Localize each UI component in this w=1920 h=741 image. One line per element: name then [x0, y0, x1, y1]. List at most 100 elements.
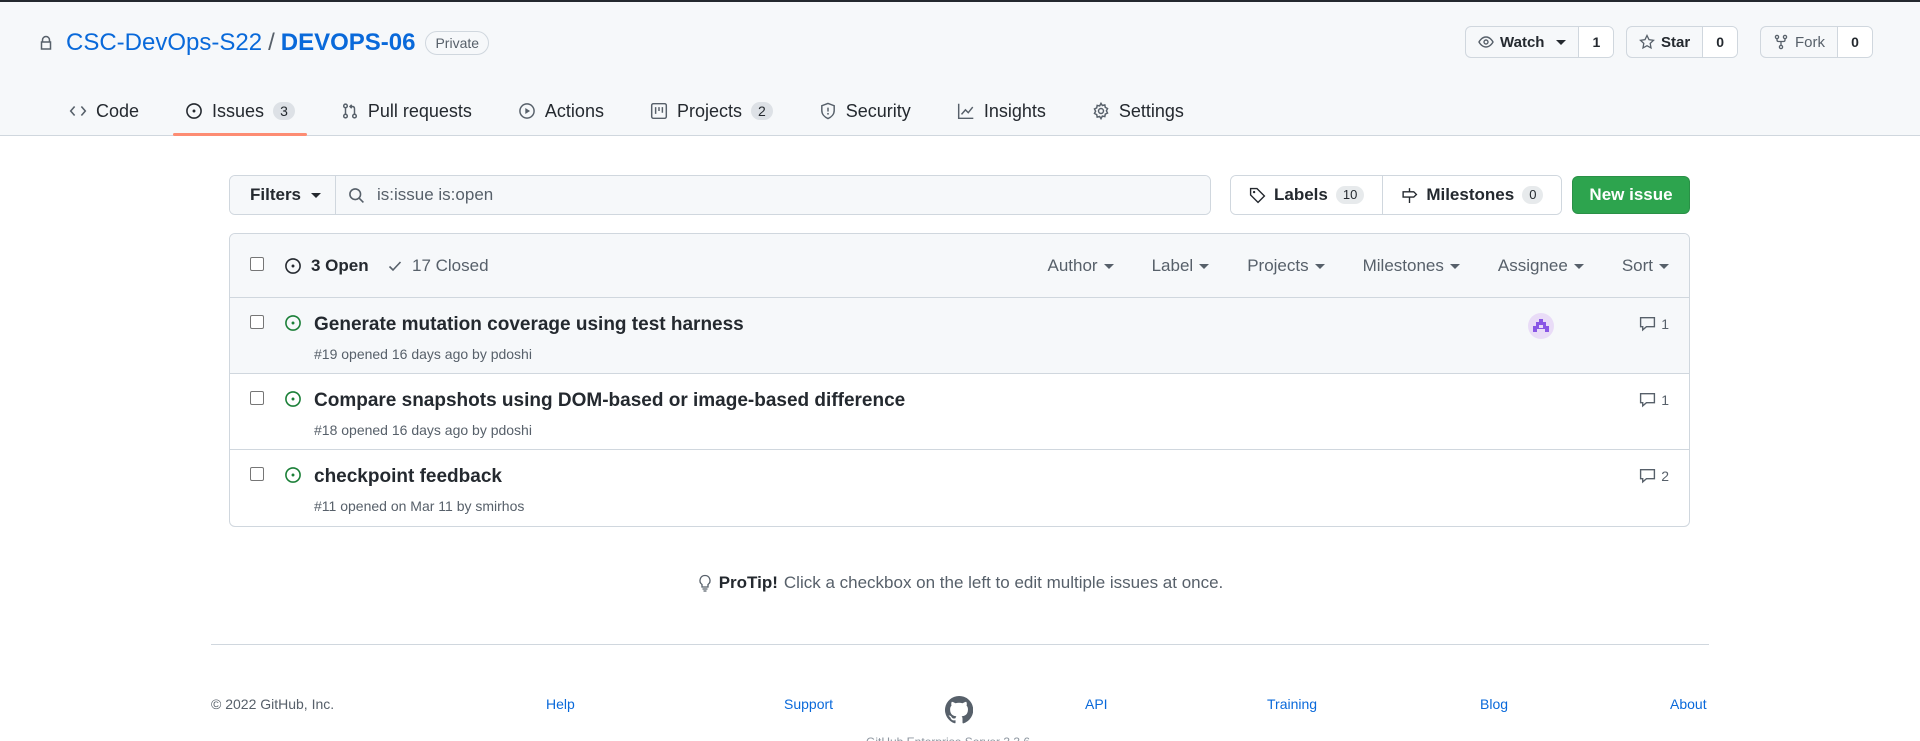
labels-button[interactable]: Labels 10 — [1231, 176, 1383, 214]
open-issues-filter[interactable]: 3 Open — [284, 256, 369, 276]
list-filter-dropdowns: Author Label Projects Milestones Assigne… — [1009, 256, 1669, 276]
tab-settings[interactable]: Settings — [1080, 88, 1196, 134]
tab-settings-label: Settings — [1118, 100, 1184, 121]
fork-button[interactable]: Fork — [1761, 27, 1838, 57]
issue-opened-icon — [186, 103, 202, 119]
projects-dropdown[interactable]: Projects — [1247, 256, 1325, 276]
play-icon — [519, 103, 535, 119]
issue-title-link[interactable]: Compare snapshots using DOM-based or ima… — [314, 390, 905, 412]
issue-opened-icon — [284, 314, 302, 332]
tab-insights[interactable]: Insights — [945, 88, 1058, 134]
milestone-icon — [1402, 187, 1418, 203]
footer-link-support[interactable]: Support — [784, 696, 833, 712]
repo-owner-link[interactable]: CSC-DevOps-S22 — [66, 29, 262, 57]
labels-milestones-group: Labels 10 Milestones 0 — [1230, 175, 1563, 215]
issue-comments-link[interactable]: 2 — [1639, 467, 1669, 484]
sort-dropdown-label: Sort — [1621, 256, 1653, 275]
select-all-checkbox[interactable] — [250, 257, 264, 271]
visibility-badge: Private — [425, 31, 490, 55]
issue-comments-link[interactable]: 1 — [1639, 315, 1669, 332]
milestones-dropdown[interactable]: Milestones — [1363, 256, 1460, 276]
new-issue-button[interactable]: New issue — [1572, 176, 1690, 214]
issue-title-link[interactable]: Generate mutation coverage using test ha… — [314, 314, 744, 336]
issue-comments-link[interactable]: 1 — [1639, 391, 1669, 408]
star-count[interactable]: 0 — [1703, 27, 1738, 57]
watch-button[interactable]: Watch — [1466, 27, 1580, 57]
comment-icon — [1640, 468, 1656, 484]
watch-count[interactable]: 1 — [1579, 27, 1614, 57]
fork-control: Fork 0 — [1760, 26, 1873, 58]
repo-header: CSC-DevOps-S22 / DEVOPS-06 Private Watch… — [0, 2, 1920, 136]
issue-title-link[interactable]: checkpoint feedback — [314, 466, 502, 488]
issues-list: 3 Open 17 Closed Author Label Projects M… — [229, 233, 1690, 527]
filters-dropdown[interactable]: Filters — [230, 176, 336, 214]
protip-text: Click a checkbox on the left to edit mul… — [783, 573, 1224, 592]
graph-icon — [957, 103, 974, 120]
closed-issues-filter[interactable]: 17 Closed — [387, 256, 489, 276]
footer-link-about[interactable]: About — [1670, 696, 1707, 712]
light-bulb-icon — [699, 574, 711, 592]
protip-strong: ProTip! — [718, 573, 778, 592]
project-icon — [650, 102, 667, 120]
milestones-button[interactable]: Milestones 0 — [1382, 176, 1562, 214]
labels-counter: 10 — [1335, 186, 1365, 204]
repo-title: CSC-DevOps-S22 / DEVOPS-06 Private — [38, 26, 490, 60]
assignee-dropdown[interactable]: Assignee — [1498, 256, 1584, 276]
milestones-counter: 0 — [1522, 186, 1544, 204]
issue-checkbox[interactable] — [250, 315, 264, 329]
issue-row[interactable]: checkpoint feedback #11 opened on Mar 11… — [230, 450, 1689, 526]
comment-count: 1 — [1661, 315, 1669, 332]
issue-meta: #18 opened 16 days ago by pdoshi — [314, 422, 532, 438]
issue-opened-icon — [284, 390, 302, 408]
footer-link-api[interactable]: API — [1085, 696, 1108, 712]
search-icon — [349, 187, 364, 203]
tab-projects[interactable]: Projects 2 — [638, 88, 785, 134]
tab-code[interactable]: Code — [57, 88, 151, 134]
labels-label: Labels — [1274, 185, 1328, 204]
footer-link-help[interactable]: Help — [546, 696, 575, 712]
path-separator: / — [268, 29, 275, 56]
tab-insights-label: Insights — [983, 100, 1046, 121]
label-dropdown[interactable]: Label — [1152, 256, 1210, 276]
comment-count: 2 — [1661, 467, 1669, 484]
issue-meta: #11 opened on Mar 11 by smirhos — [314, 498, 525, 514]
github-logo-icon[interactable] — [945, 696, 973, 724]
eye-icon — [1478, 36, 1494, 48]
closed-count-label: 17 Closed — [412, 256, 489, 275]
tab-actions[interactable]: Actions — [506, 88, 616, 134]
footer-divider — [211, 644, 1709, 645]
footer-link-blog[interactable]: Blog — [1480, 696, 1508, 712]
issues-counter: 3 — [273, 102, 295, 120]
tab-issues-label: Issues — [212, 100, 265, 121]
fork-label: Fork — [1795, 33, 1825, 51]
issue-search-input[interactable] — [377, 185, 977, 205]
issue-checkbox[interactable] — [250, 391, 264, 405]
repo-name-link[interactable]: DEVOPS-06 — [281, 29, 416, 57]
assignee-avatar[interactable] — [1528, 313, 1554, 339]
issue-checkbox[interactable] — [250, 467, 264, 481]
footer-copyright: © 2022 GitHub, Inc. — [211, 696, 335, 712]
star-button[interactable]: Star — [1627, 27, 1704, 57]
issues-toolbar: Filters Labels 10 Milestones 0 New issue — [229, 175, 1690, 215]
footer-link-training[interactable]: Training — [1267, 696, 1317, 712]
star-icon — [1639, 34, 1655, 50]
tab-security[interactable]: Security — [807, 88, 923, 134]
search-field — [336, 176, 1210, 214]
chevron-down-icon — [1103, 263, 1114, 269]
tab-issues[interactable]: Issues 3 — [173, 88, 307, 136]
issue-row[interactable]: Compare snapshots using DOM-based or ima… — [230, 374, 1689, 450]
repo-nav: Code Issues 3 Pull requests Actions Proj… — [57, 88, 1218, 136]
author-dropdown[interactable]: Author — [1047, 256, 1114, 276]
fork-icon — [1774, 34, 1788, 50]
tab-actions-label: Actions — [544, 100, 604, 121]
tab-pull-requests[interactable]: Pull requests — [329, 88, 484, 134]
tab-pull-requests-label: Pull requests — [367, 100, 472, 121]
comment-count: 1 — [1661, 391, 1669, 408]
issue-meta: #19 opened 16 days ago by pdoshi — [314, 346, 532, 362]
tab-projects-label: Projects — [676, 100, 742, 121]
tab-security-label: Security — [845, 100, 911, 121]
fork-count[interactable]: 0 — [1838, 27, 1872, 57]
issue-row[interactable]: Generate mutation coverage using test ha… — [230, 298, 1689, 374]
tag-icon — [1249, 187, 1266, 203]
sort-dropdown[interactable]: Sort — [1622, 256, 1669, 276]
